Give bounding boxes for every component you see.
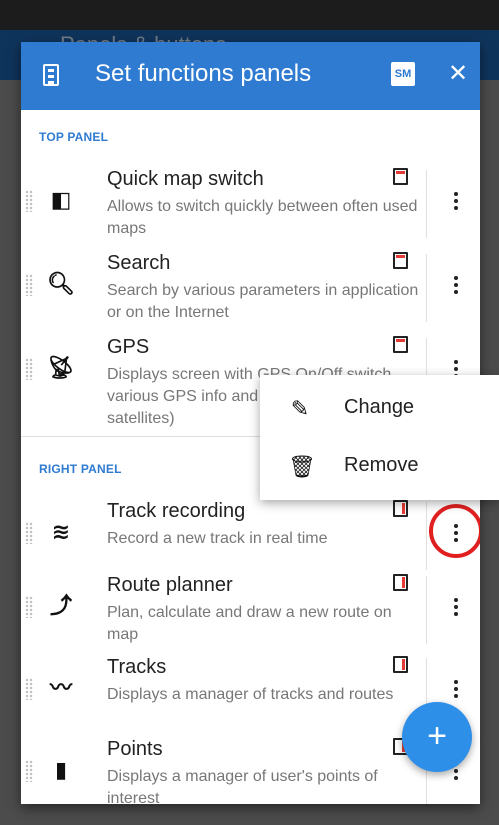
route-planner-icon: ⤴ — [49, 593, 72, 618]
add-function-button[interactable]: + — [402, 702, 472, 772]
top-panel-flag-icon — [393, 252, 408, 269]
divider — [426, 502, 427, 570]
item-name: Track recording — [107, 500, 246, 522]
item-name: Quick map switch — [107, 168, 264, 190]
list-item-track-recording[interactable]: ≋ Track recording Record a new track in … — [21, 494, 480, 578]
divider — [426, 254, 427, 322]
right-panel-flag-icon — [393, 656, 408, 673]
sm-button[interactable]: SM — [391, 62, 415, 86]
more-vert-icon — [454, 276, 458, 280]
item-context-menu: ✎ Change 🗑︎ Remove — [260, 375, 499, 500]
close-button[interactable]: ✕ — [446, 59, 470, 89]
search-icon: 🔍︎ — [47, 271, 75, 296]
more-vert-icon — [454, 598, 458, 602]
item-description: Displays a manager of user's points of i… — [107, 768, 378, 804]
highlight-circle — [429, 504, 480, 558]
list-item-search[interactable]: 🔍︎ Search Search by various parameters i… — [21, 246, 480, 330]
item-name: Points — [107, 738, 163, 760]
drag-handle-icon[interactable] — [25, 522, 33, 544]
item-description: Allows to switch quickly between often u… — [107, 198, 418, 237]
divider — [426, 576, 427, 644]
list-item-route-planner[interactable]: ⤴ Route planner Plan, calculate and draw… — [21, 568, 480, 652]
divider — [426, 170, 427, 238]
item-name: Tracks — [107, 656, 167, 678]
more-options-button[interactable] — [441, 268, 471, 304]
drag-handle-icon[interactable] — [25, 678, 33, 700]
menu-item-remove[interactable]: 🗑︎ Remove — [260, 437, 499, 495]
drag-handle-icon[interactable] — [25, 358, 33, 380]
top-panel-flag-icon — [393, 168, 408, 185]
item-description: Search by various parameters in applicat… — [107, 282, 419, 321]
tracks-icon: 〰 — [49, 675, 72, 700]
menu-item-change[interactable]: ✎ Change — [260, 379, 499, 437]
top-panel-flag-icon — [393, 336, 408, 353]
menu-item-label: Remove — [344, 454, 419, 476]
drag-handle-icon[interactable] — [25, 190, 33, 212]
panel-icon — [43, 64, 59, 86]
dialog-title: Set functions panels — [95, 60, 312, 87]
more-options-button[interactable] — [441, 590, 471, 626]
item-name: Route planner — [107, 574, 233, 596]
drag-handle-icon[interactable] — [25, 596, 33, 618]
item-description: Displays a manager of tracks and routes — [107, 686, 394, 703]
trash-icon: 🗑︎ — [288, 454, 316, 479]
item-description: Plan, calculate and draw a new route on … — [107, 604, 392, 643]
right-panel-flag-icon — [393, 574, 408, 591]
gps-icon: 📡︎ — [47, 355, 75, 380]
menu-item-label: Change — [344, 396, 415, 418]
drag-handle-icon[interactable] — [25, 274, 33, 296]
more-options-button[interactable] — [441, 184, 471, 220]
track-recording-icon: ≋ — [51, 519, 71, 544]
drag-handle-icon[interactable] — [25, 760, 33, 782]
dialog-header: Set functions panels SM ✕ — [21, 42, 480, 110]
right-panel-flag-icon — [393, 500, 408, 517]
map-switch-icon: ◧ — [50, 187, 72, 212]
pencil-icon: ✎ — [290, 396, 310, 421]
points-icon: ▮ — [54, 757, 68, 782]
item-name: GPS — [107, 336, 150, 358]
more-vert-icon — [454, 192, 458, 196]
item-description: Record a new track in real time — [107, 530, 328, 547]
item-name: Search — [107, 252, 171, 274]
more-vert-icon — [454, 680, 458, 684]
section-label-right-panel: RIGHT PANEL — [39, 462, 122, 476]
section-label-top-panel: TOP PANEL — [39, 130, 109, 144]
more-vert-icon — [454, 360, 458, 364]
list-item-quick-map-switch[interactable]: ◧ Quick map switch Allows to switch quic… — [21, 162, 480, 246]
